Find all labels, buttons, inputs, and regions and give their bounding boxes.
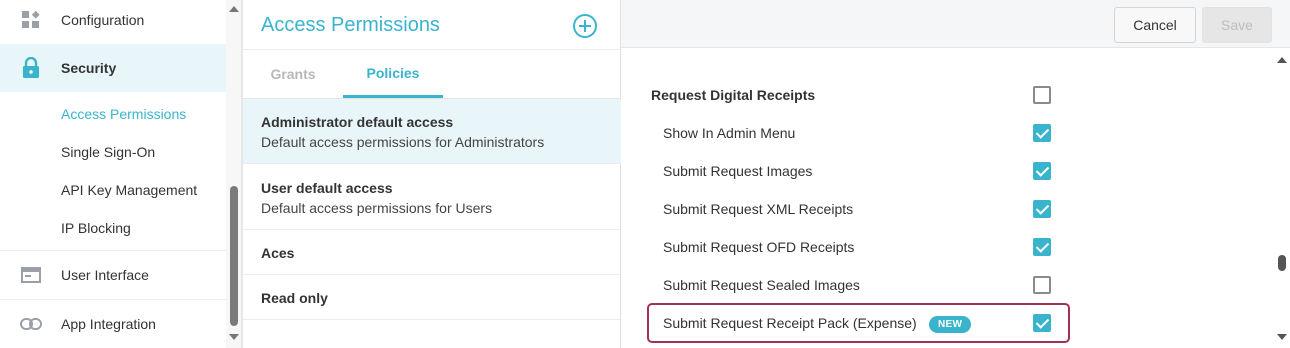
lock-icon bbox=[20, 57, 42, 79]
sidebar-subitem-ip-blocking[interactable]: IP Blocking bbox=[0, 209, 226, 247]
policy-description: Default access permissions for Users bbox=[261, 200, 493, 216]
policy-name: Read only bbox=[261, 290, 328, 306]
permission-label: Show In Admin Menu bbox=[663, 125, 796, 141]
sidebar-subitem-api-key-management[interactable]: API Key Management bbox=[0, 171, 226, 209]
permission-label: Submit Request OFD Receipts bbox=[663, 239, 855, 255]
sidebar-subitem-label: API Key Management bbox=[61, 182, 198, 198]
grid-config-icon bbox=[20, 9, 42, 31]
sidebar-item-security[interactable]: Security bbox=[0, 44, 226, 92]
highlight-outline bbox=[647, 303, 1070, 343]
sidebar-subitem-label: Single Sign-On bbox=[61, 144, 156, 160]
cancel-button[interactable]: Cancel bbox=[1114, 7, 1196, 43]
save-button[interactable]: Save bbox=[1202, 7, 1272, 43]
permission-checkbox[interactable] bbox=[1033, 238, 1051, 256]
permissions-toolbar: Cancel Save bbox=[621, 0, 1290, 48]
permission-label: Request Digital Receipts bbox=[651, 87, 816, 103]
permission-row-submit-request-xml-receipts: Submit Request XML Receipts bbox=[621, 190, 1261, 228]
policy-item-administrator-default-access[interactable]: Administrator default access Default acc… bbox=[243, 99, 621, 164]
sidebar-scrollbar[interactable] bbox=[226, 0, 241, 348]
sidebar-item-user-interface[interactable]: User Interface bbox=[0, 251, 226, 299]
sidebar-subitem-label: Access Permissions bbox=[61, 106, 187, 122]
permissions-panel: Cancel Save Request Digital Receipts Sho… bbox=[621, 0, 1290, 348]
policy-name: Administrator default access bbox=[261, 114, 454, 130]
sidebar-item-app-integration[interactable]: App Integration bbox=[0, 300, 226, 348]
sidebar-subitem-single-sign-on[interactable]: Single Sign-On bbox=[0, 133, 226, 171]
policy-name: User default access bbox=[261, 180, 393, 196]
sidebar-item-configuration[interactable]: Configuration bbox=[0, 0, 226, 40]
scroll-up-arrow-icon[interactable] bbox=[229, 6, 239, 12]
tab-policies[interactable]: Policies bbox=[343, 50, 443, 98]
sidebar-item-label: App Integration bbox=[61, 316, 156, 332]
window-icon bbox=[20, 264, 42, 286]
scroll-down-arrow-icon[interactable] bbox=[1277, 334, 1287, 340]
policies-panel: Access Permissions Grants Policies Admin… bbox=[242, 0, 622, 348]
permission-checkbox[interactable] bbox=[1033, 124, 1051, 142]
permission-row-submit-request-images: Submit Request Images bbox=[621, 152, 1261, 190]
scrollbar-thumb[interactable] bbox=[230, 186, 238, 326]
sidebar-item-label: User Interface bbox=[61, 267, 149, 283]
permission-row-submit-request-sealed-images: Submit Request Sealed Images bbox=[621, 266, 1261, 304]
panel-title: Access Permissions bbox=[261, 14, 440, 36]
scrollbar-thumb[interactable] bbox=[1278, 255, 1286, 271]
permission-checkbox[interactable] bbox=[1033, 162, 1051, 180]
permission-row-show-in-admin-menu: Show In Admin Menu bbox=[621, 114, 1261, 152]
permission-row-submit-request-ofd-receipts: Submit Request OFD Receipts bbox=[621, 228, 1261, 266]
permission-label: Submit Request Images bbox=[663, 163, 813, 179]
permission-checkbox[interactable] bbox=[1033, 276, 1051, 294]
permission-checkbox[interactable] bbox=[1033, 200, 1051, 218]
settings-sidebar: Configuration Security Access Permission… bbox=[0, 0, 242, 348]
policy-item-aces[interactable]: Aces bbox=[243, 230, 621, 275]
sidebar-subitem-label: IP Blocking bbox=[61, 220, 131, 236]
tab-grants[interactable]: Grants bbox=[243, 50, 343, 98]
policy-item-read-only[interactable]: Read only bbox=[243, 275, 621, 320]
add-circle-icon[interactable] bbox=[573, 14, 597, 38]
sidebar-subitem-access-permissions[interactable]: Access Permissions bbox=[0, 95, 226, 133]
policy-name: Aces bbox=[261, 245, 295, 261]
permission-label: Submit Request Sealed Images bbox=[663, 277, 860, 293]
scroll-up-arrow-icon[interactable] bbox=[1277, 57, 1287, 63]
permission-row-request-digital-receipts: Request Digital Receipts bbox=[621, 76, 1261, 114]
sidebar-item-label: Configuration bbox=[61, 12, 145, 28]
policy-item-user-default-access[interactable]: User default access Default access permi… bbox=[243, 164, 621, 230]
scroll-down-arrow-icon[interactable] bbox=[229, 334, 239, 340]
permission-label: Submit Request XML Receipts bbox=[663, 201, 854, 217]
permissions-scrollbar[interactable] bbox=[1274, 48, 1290, 348]
policy-description: Default access permissions for Administr… bbox=[261, 134, 545, 150]
link-icon bbox=[20, 313, 42, 335]
sidebar-item-label: Security bbox=[61, 60, 117, 76]
permission-checkbox[interactable] bbox=[1033, 86, 1051, 104]
